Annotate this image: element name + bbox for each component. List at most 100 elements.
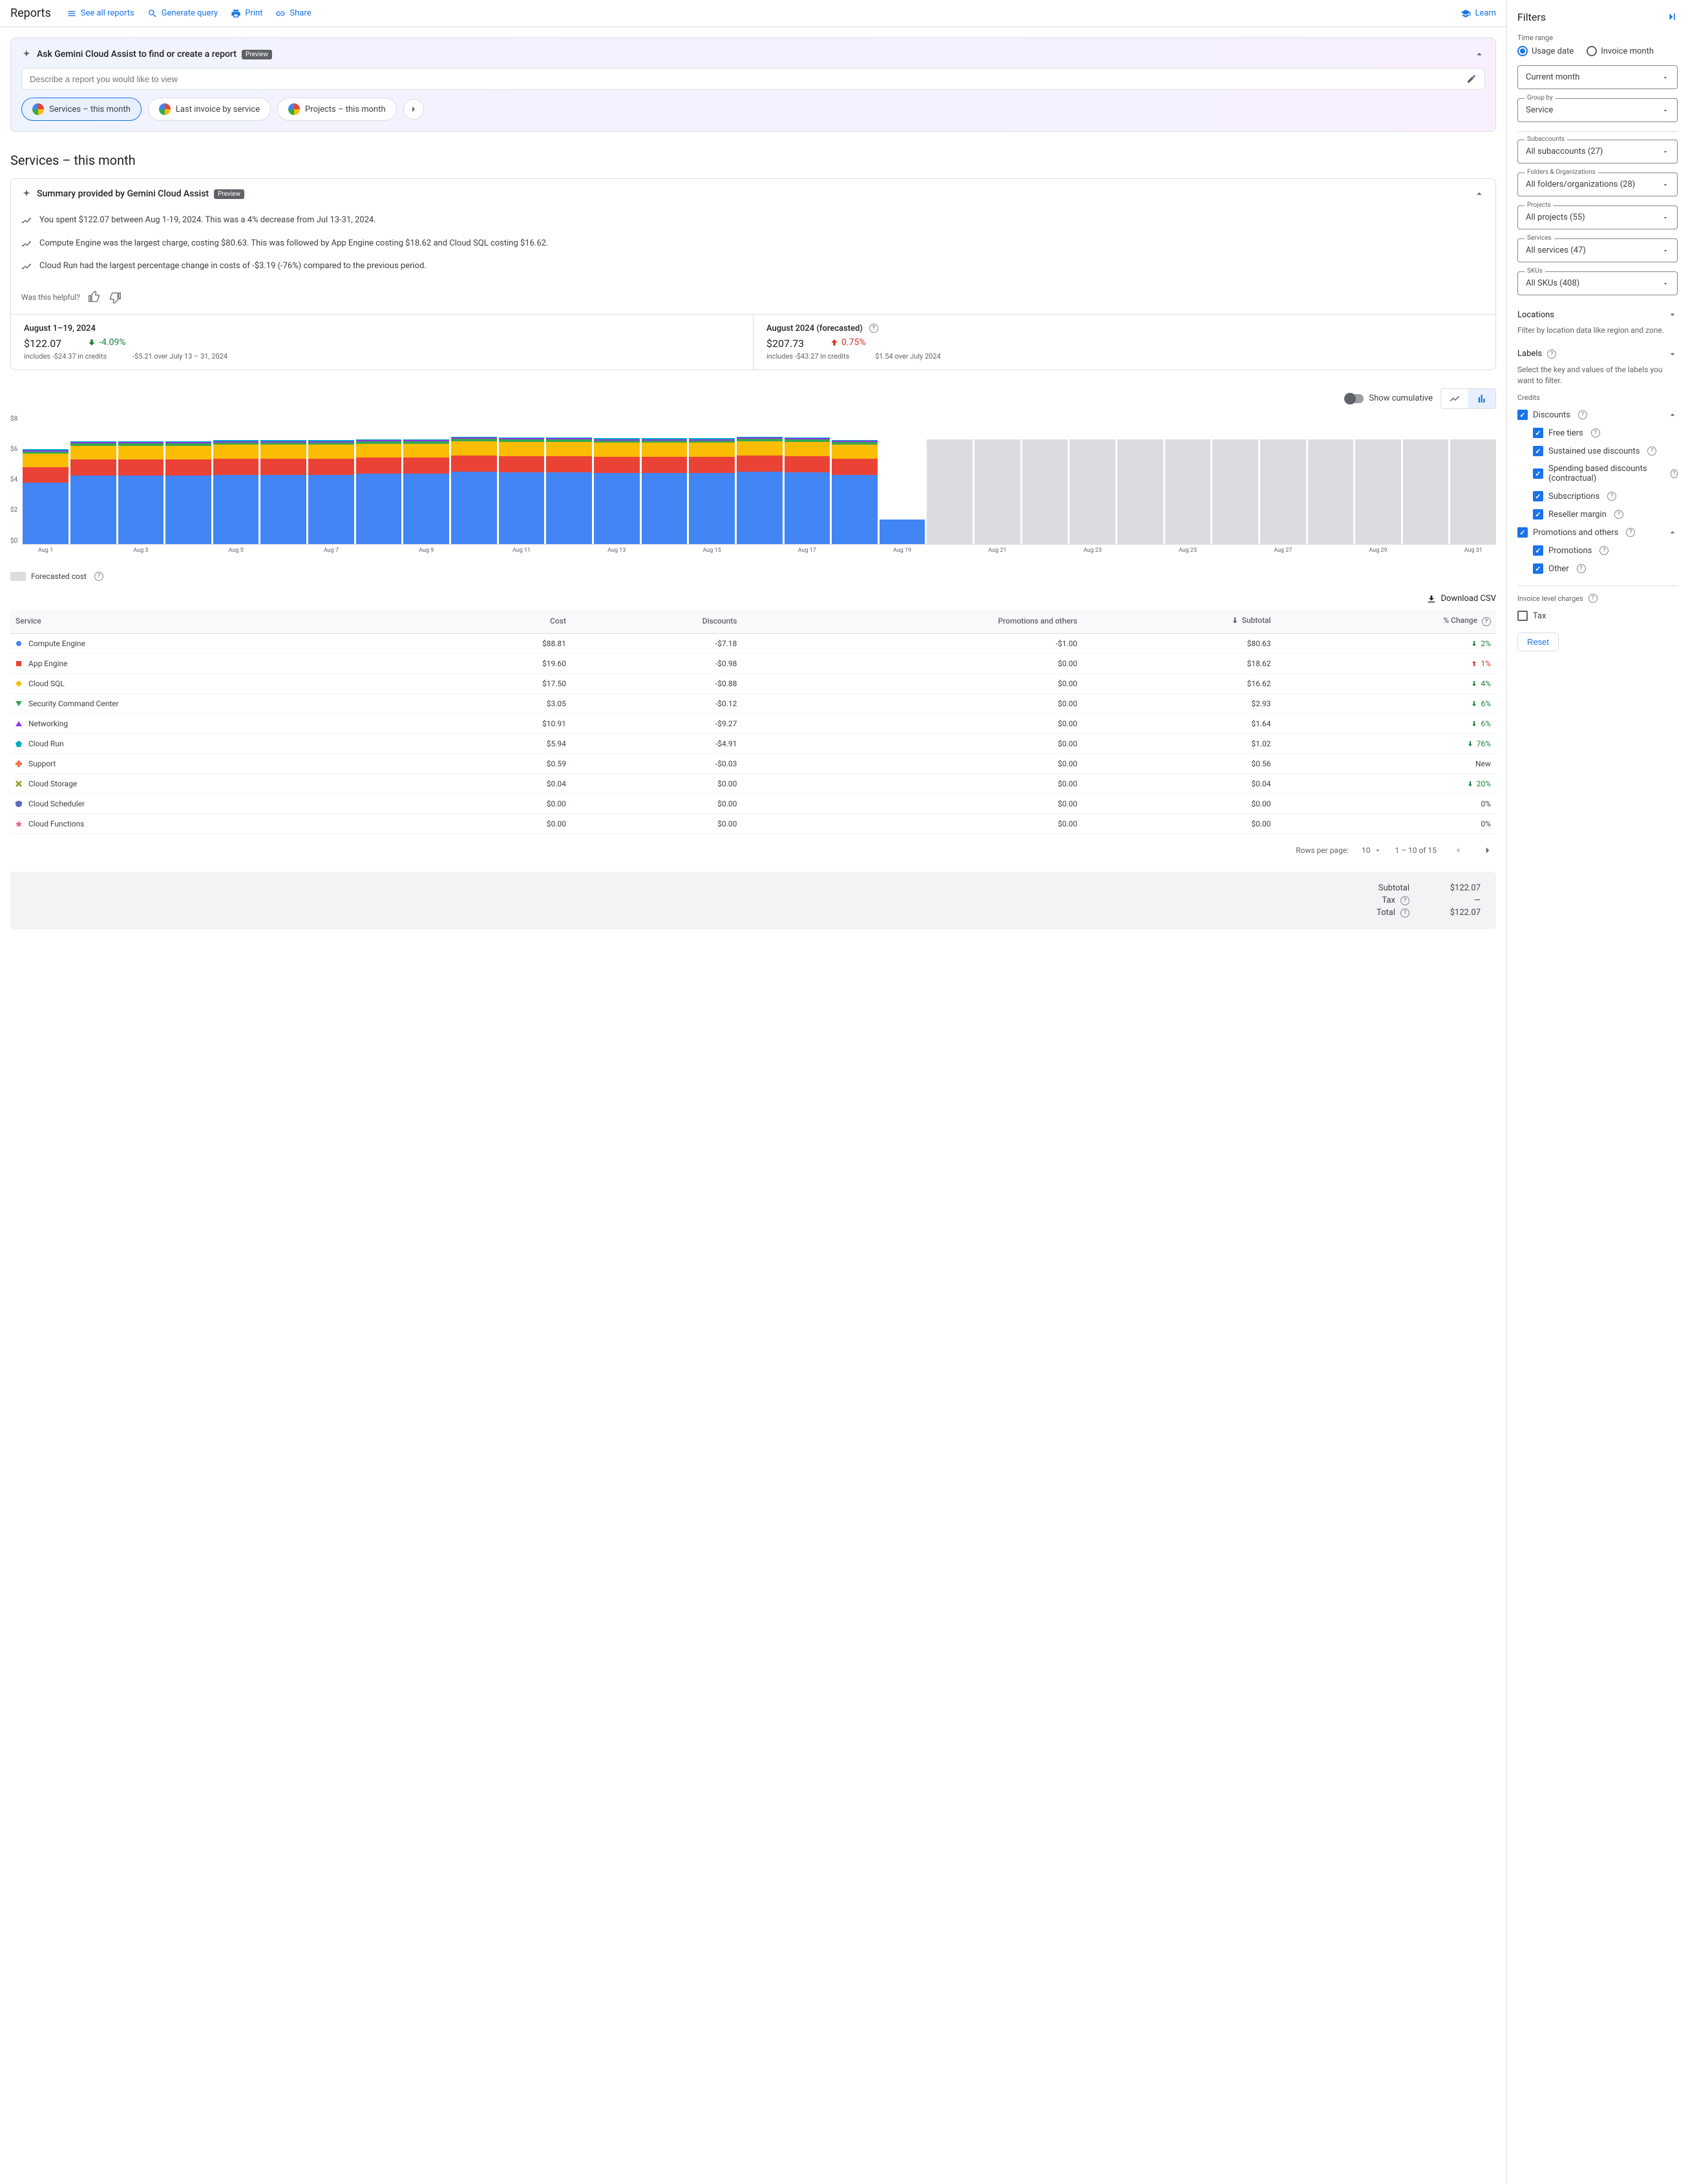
chart-bar[interactable] bbox=[832, 415, 878, 544]
services-select[interactable]: Services All services (47) bbox=[1517, 238, 1678, 262]
help-icon[interactable]: ? bbox=[94, 572, 103, 581]
locations-expand[interactable]: Locations bbox=[1517, 304, 1678, 325]
chart-bar-forecast[interactable] bbox=[1260, 415, 1306, 544]
chart-bar[interactable] bbox=[165, 415, 211, 544]
help-icon[interactable]: ? bbox=[1400, 896, 1409, 905]
print-link[interactable]: Print bbox=[231, 8, 262, 19]
table-row[interactable]: Cloud SQL$17.50-$0.88$0.00$16.624% bbox=[10, 674, 1496, 694]
chart-bar[interactable] bbox=[118, 415, 164, 544]
help-icon[interactable]: ? bbox=[1591, 428, 1600, 437]
chart-bar[interactable] bbox=[213, 415, 259, 544]
chart-bar[interactable] bbox=[260, 415, 306, 544]
chart-bar[interactable] bbox=[23, 415, 69, 544]
chart-bar-forecast[interactable] bbox=[927, 415, 973, 544]
table-header[interactable]: Subtotal bbox=[1082, 609, 1276, 634]
bar-view-button[interactable] bbox=[1468, 389, 1495, 408]
skus-select[interactable]: SKUs All SKUs (408) bbox=[1517, 271, 1678, 295]
chart-bar-forecast[interactable] bbox=[1403, 415, 1449, 544]
free-tiers-checkbox[interactable]: Free tiers? bbox=[1533, 424, 1678, 442]
table-row[interactable]: Cloud Run$5.94-$4.91$0.00$1.0276% bbox=[10, 734, 1496, 754]
next-page-button[interactable] bbox=[1479, 842, 1496, 859]
help-icon[interactable]: ? bbox=[1400, 908, 1409, 918]
chart-bar[interactable] bbox=[499, 415, 545, 544]
cumulative-toggle[interactable]: Show cumulative bbox=[1345, 394, 1433, 403]
share-link[interactable]: Share bbox=[275, 8, 311, 19]
chart-bar[interactable] bbox=[403, 415, 449, 544]
chart-bar[interactable] bbox=[594, 415, 640, 544]
usage-date-radio[interactable]: Usage date bbox=[1517, 46, 1574, 56]
subaccounts-select[interactable]: Subaccounts All subaccounts (27) bbox=[1517, 140, 1678, 163]
help-icon[interactable]: ? bbox=[1578, 410, 1587, 419]
chip-last-invoice[interactable]: Last invoice by service bbox=[148, 98, 271, 121]
chart-bar[interactable] bbox=[356, 415, 402, 544]
chart-bar-forecast[interactable] bbox=[1308, 415, 1354, 544]
other-checkbox[interactable]: Other? bbox=[1533, 560, 1678, 578]
learn-link[interactable]: Learn bbox=[1461, 8, 1496, 19]
labels-expand[interactable]: Labels? bbox=[1517, 344, 1678, 364]
chart-bar-forecast[interactable] bbox=[1355, 415, 1401, 544]
help-icon[interactable]: ? bbox=[1547, 350, 1556, 359]
discounts-checkbox[interactable]: Discounts? bbox=[1517, 406, 1678, 424]
subscriptions-checkbox[interactable]: Subscriptions? bbox=[1533, 487, 1678, 505]
generate-query-link[interactable]: Generate query bbox=[147, 8, 218, 19]
table-row[interactable]: Security Command Center$3.05-$0.12$0.00$… bbox=[10, 694, 1496, 714]
chart-bar[interactable] bbox=[642, 415, 688, 544]
table-row[interactable]: Compute Engine$88.81-$7.18-$1.00$80.632% bbox=[10, 633, 1496, 654]
help-icon[interactable]: ? bbox=[1647, 446, 1656, 456]
promotions-checkbox[interactable]: Promotions? bbox=[1533, 541, 1678, 560]
chart-bar-forecast[interactable] bbox=[1117, 415, 1163, 544]
help-icon[interactable]: ? bbox=[1614, 510, 1623, 519]
chart-bar[interactable] bbox=[737, 415, 783, 544]
table-header[interactable]: Discounts bbox=[571, 609, 743, 634]
chart-bar-forecast[interactable] bbox=[1022, 415, 1068, 544]
collapse-button[interactable] bbox=[1473, 48, 1485, 60]
chart-bar[interactable] bbox=[880, 415, 925, 544]
chart-bar-forecast[interactable] bbox=[975, 415, 1020, 544]
chart-bar-forecast[interactable] bbox=[1212, 415, 1258, 544]
chips-next-button[interactable] bbox=[403, 99, 424, 120]
download-csv-button[interactable]: Download CSV bbox=[1426, 594, 1496, 604]
table-row[interactable]: Support$0.59-$0.03$0.00$0.56New bbox=[10, 754, 1496, 774]
gemini-search-input[interactable] bbox=[30, 74, 1466, 84]
reseller-checkbox[interactable]: Reseller margin? bbox=[1533, 505, 1678, 523]
thumbs-up-button[interactable] bbox=[88, 291, 101, 304]
tax-checkbox[interactable]: Tax bbox=[1517, 607, 1678, 625]
sustained-checkbox[interactable]: Sustained use discounts? bbox=[1533, 442, 1678, 460]
spending-checkbox[interactable]: Spending based discounts (contractual)? bbox=[1533, 460, 1678, 487]
chart-bar-forecast[interactable] bbox=[1165, 415, 1211, 544]
table-header[interactable]: Cost bbox=[441, 609, 571, 634]
promotions-others-checkbox[interactable]: Promotions and others? bbox=[1517, 523, 1678, 541]
table-row[interactable]: Cloud Functions$0.00$0.00$0.00$0.000% bbox=[10, 814, 1496, 834]
help-icon[interactable]: ? bbox=[1577, 564, 1586, 573]
chart-bar[interactable] bbox=[785, 415, 830, 544]
table-header[interactable]: Promotions and others bbox=[742, 609, 1082, 634]
summary-collapse-button[interactable] bbox=[1473, 188, 1485, 200]
help-icon[interactable]: ? bbox=[1588, 594, 1598, 603]
help-icon[interactable]: ? bbox=[1626, 528, 1635, 537]
chart-bar-forecast[interactable] bbox=[1450, 415, 1496, 544]
help-icon[interactable]: ? bbox=[869, 324, 878, 333]
invoice-month-radio[interactable]: Invoice month bbox=[1587, 46, 1654, 56]
prev-page-button[interactable] bbox=[1450, 842, 1466, 859]
help-icon[interactable]: ? bbox=[1671, 469, 1678, 478]
help-icon[interactable]: ? bbox=[1607, 492, 1616, 501]
chart-bar[interactable] bbox=[70, 415, 116, 544]
reset-button[interactable]: Reset bbox=[1517, 633, 1559, 651]
group-by-select[interactable]: Group by Service bbox=[1517, 98, 1678, 122]
projects-select[interactable]: Projects All projects (55) bbox=[1517, 205, 1678, 229]
expand-filters-button[interactable] bbox=[1665, 10, 1678, 23]
chart-bar[interactable] bbox=[451, 415, 497, 544]
line-view-button[interactable] bbox=[1441, 389, 1468, 408]
table-header[interactable]: % Change ? bbox=[1276, 609, 1496, 634]
chart-bar[interactable] bbox=[546, 415, 592, 544]
rows-per-page-select[interactable]: 10 bbox=[1362, 846, 1382, 855]
table-row[interactable]: Networking$10.91-$9.27$0.00$1.646% bbox=[10, 714, 1496, 734]
help-icon[interactable]: ? bbox=[1599, 546, 1609, 555]
chart-bar[interactable] bbox=[308, 415, 354, 544]
table-header[interactable]: Service bbox=[10, 609, 441, 634]
chip-projects-month[interactable]: Projects – this month bbox=[277, 98, 397, 121]
table-row[interactable]: Cloud Storage$0.04$0.00$0.00$0.0420% bbox=[10, 774, 1496, 794]
chart-bar-forecast[interactable] bbox=[1070, 415, 1115, 544]
table-row[interactable]: Cloud Scheduler$0.00$0.00$0.00$0.000% bbox=[10, 794, 1496, 814]
time-range-select[interactable]: Current month bbox=[1517, 65, 1678, 89]
